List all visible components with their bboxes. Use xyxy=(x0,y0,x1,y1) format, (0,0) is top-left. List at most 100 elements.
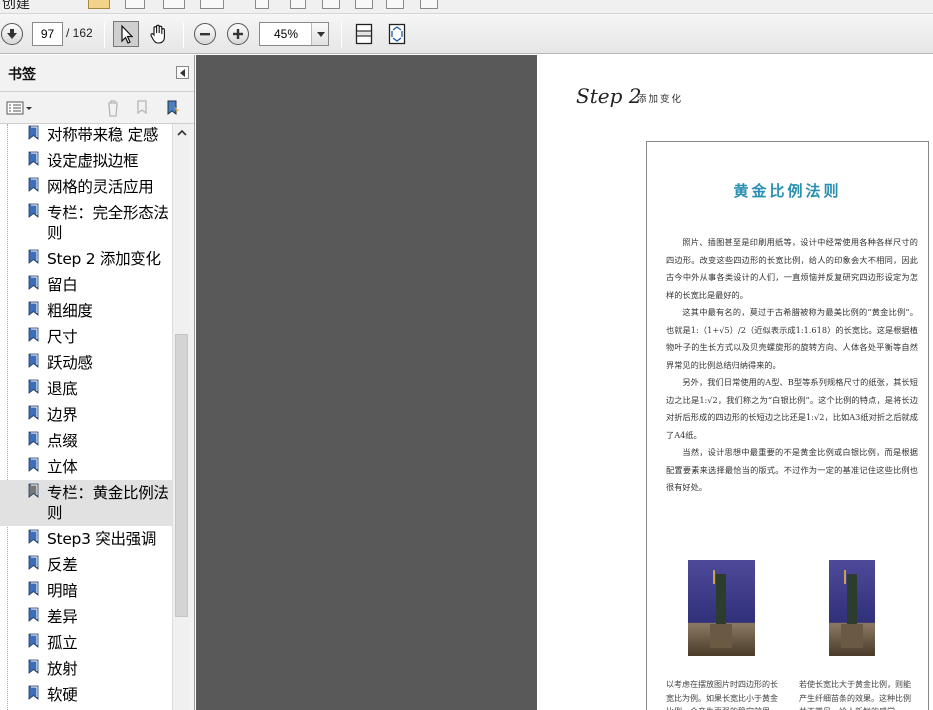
prev-page-button[interactable] xyxy=(1,23,23,45)
bookmark-scrollbar[interactable] xyxy=(172,124,190,710)
bookmarks-toolbar xyxy=(0,93,194,124)
caption-left: 以考虑在摆放图片时四边形的长宽比为例。如果长宽比小于黄金比例，会产生更强的稳定效… xyxy=(666,680,778,710)
bookmark-label: 对称带来稳 定感 xyxy=(47,126,159,144)
bookmark-label: 差异 xyxy=(47,608,78,626)
document-page: Step 2 添加变化 黄金比例法则 照片、插图甚至是印刷用纸等，设计中经常使用… xyxy=(537,55,933,710)
bookmark-icon xyxy=(28,685,39,700)
fit-page-button[interactable] xyxy=(352,22,376,46)
bookmark-label: 退底 xyxy=(47,380,78,398)
bookmark-item[interactable]: 跃动感 xyxy=(0,350,172,376)
bookmark-label: 专栏：黄金比例法则 xyxy=(47,484,169,522)
select-tool-button[interactable] xyxy=(113,21,139,47)
bookmark-label: 专栏：完全形态法则 xyxy=(47,204,169,242)
zoom-value: 45% xyxy=(273,27,299,41)
bookmark-label: 反差 xyxy=(47,556,78,574)
zoom-out-button[interactable] xyxy=(194,23,216,45)
bookmark-list: 对称带来稳 定感 设定虚拟边框网格的灵活应用专栏：完全形态法则 Step 2 添加变… xyxy=(0,124,172,710)
bookmark-item[interactable]: 设定虚拟边框 xyxy=(0,148,172,174)
email-icon[interactable] xyxy=(200,0,224,9)
bookmark-item[interactable]: Step3 突出强调 xyxy=(0,526,172,552)
bookmark-label: 跃动感 xyxy=(47,354,93,372)
expand-bookmark-button[interactable] xyxy=(134,98,152,118)
bookmark-item[interactable]: 对称带来稳 定感 xyxy=(0,124,172,148)
bookmark-label: 明暗 xyxy=(47,582,78,600)
bookmark-item[interactable]: 孤立 xyxy=(0,630,172,656)
paragraph: 这其中最有名的，莫过于古希腊被称为最美比例的“黄金比例”。也就是1:（1+√5）… xyxy=(666,307,918,370)
bookmark-icon xyxy=(28,177,39,192)
create-menu[interactable]: 创建 xyxy=(2,0,30,13)
bookmark-item[interactable]: 立体 xyxy=(0,454,172,480)
bookmark-icon xyxy=(28,555,39,570)
bookmark-item[interactable]: 尺寸 xyxy=(0,324,172,350)
chevron-down-icon[interactable] xyxy=(311,23,328,45)
share-icon[interactable] xyxy=(386,0,404,9)
page-number-input[interactable]: 97 xyxy=(32,22,63,46)
bookmark-icon xyxy=(28,483,39,498)
bookmark-icon xyxy=(28,301,39,316)
toolbar: 97 / 162 45% xyxy=(0,14,933,54)
bookmark-label: 边界 xyxy=(47,406,78,424)
bookmark-item[interactable]: 退底 xyxy=(0,376,172,402)
collapse-panel-button[interactable] xyxy=(176,66,189,79)
document-viewer: Step 2 添加变化 黄金比例法则 照片、插图甚至是印刷用纸等，设计中经常使用… xyxy=(196,55,933,710)
bookmark-label: 留白 xyxy=(47,276,78,294)
open-icon[interactable] xyxy=(88,0,110,9)
bookmark-item[interactable]: 放射 xyxy=(0,656,172,682)
statue-photo-narrow xyxy=(829,560,875,656)
article-body: 照片、插图甚至是印刷用纸等，设计中经常使用各种各样尺寸的四边形。改变这些四边形的… xyxy=(666,234,918,497)
paragraph: 当然，设计思想中最重要的不是黄金比例或白银比例，而是根据配置要素来选择最恰当的版… xyxy=(666,447,918,492)
new-bookmark-icon xyxy=(167,100,179,115)
zoom-in-button[interactable] xyxy=(227,23,249,45)
bookmark-icon xyxy=(28,633,39,648)
bookmark-label: 设定虚拟边框 xyxy=(47,152,139,170)
zoom-select[interactable]: 45% xyxy=(259,22,329,46)
save-icon[interactable] xyxy=(125,0,145,9)
bookmark-item[interactable]: 软硬 xyxy=(0,682,172,708)
page-total: / 162 xyxy=(66,26,93,40)
bookmark-item[interactable]: 点缀 xyxy=(0,428,172,454)
paragraph: 照片、插图甚至是印刷用纸等，设计中经常使用各种各样尺寸的四边形。改变这些四边形的… xyxy=(666,237,918,300)
bookmark-item[interactable]: 专栏：黄金比例法则 xyxy=(0,480,172,526)
bookmark-item[interactable]: 明暗 xyxy=(0,578,172,604)
bookmark-label: 立体 xyxy=(47,458,78,476)
bookmark-icon xyxy=(28,607,39,622)
bookmark-label: 软硬 xyxy=(47,686,78,704)
bookmark-icon xyxy=(28,405,39,420)
menu-strip: 创建 xyxy=(0,0,933,14)
paragraph: 另外，我们日常使用的A型、B型等系列规格尺寸的纸张，其长短边之比是1:√2，我们… xyxy=(666,377,918,440)
pdf-reader-window: 创建 97 / 162 45% 书签 对称带来稳 定感 设定虚拟边框 网格的灵活… xyxy=(0,0,933,710)
statue-photo-wide xyxy=(688,560,755,656)
bookmarks-panel: 书签 对称带来稳 定感 设定虚拟边框网格的灵活应用专栏：完全形态法则 Step 2 … xyxy=(0,55,195,710)
delete-bookmark-button[interactable] xyxy=(105,98,121,118)
scroll-thumb[interactable] xyxy=(175,334,188,617)
highlight-icon[interactable] xyxy=(322,0,340,9)
bookmark-item[interactable]: 边界 xyxy=(0,402,172,428)
bookmark-icon xyxy=(28,431,39,446)
export-icon[interactable] xyxy=(420,0,438,9)
fit-page-icon xyxy=(355,23,373,45)
bookmark-item[interactable]: 反差 xyxy=(0,552,172,578)
bookmark-item[interactable]: Step 2 添加变化 xyxy=(0,246,172,272)
bookmark-item[interactable]: 留白 xyxy=(0,272,172,298)
bookmark-item[interactable]: 粗细度 xyxy=(0,298,172,324)
plus-icon xyxy=(233,29,243,39)
comment-icon[interactable] xyxy=(290,0,306,9)
bookmark-item[interactable]: 专栏：完全形态法则 xyxy=(0,200,172,246)
new-bookmark-button[interactable] xyxy=(163,98,183,118)
bookmark-item[interactable]: 差异 xyxy=(0,604,172,630)
step-heading: Step 2 xyxy=(576,84,642,108)
bookmark-icon xyxy=(28,203,39,218)
list-options-icon xyxy=(6,101,32,115)
bookmark-icon xyxy=(28,379,39,394)
bookmarks-title: 书签 xyxy=(8,67,36,83)
bookmark-label: Step 2 添加变化 xyxy=(47,250,161,268)
scroll-up-arrow-icon[interactable] xyxy=(175,127,189,139)
trash-icon xyxy=(108,100,118,117)
settings-icon[interactable] xyxy=(255,0,269,9)
print-icon[interactable] xyxy=(163,0,185,9)
hand-tool-button[interactable] xyxy=(146,21,172,47)
sign-icon[interactable] xyxy=(355,0,373,9)
bookmark-item[interactable]: 网格的灵活应用 xyxy=(0,174,172,200)
fit-width-button[interactable] xyxy=(385,22,409,46)
options-button[interactable] xyxy=(6,99,32,117)
